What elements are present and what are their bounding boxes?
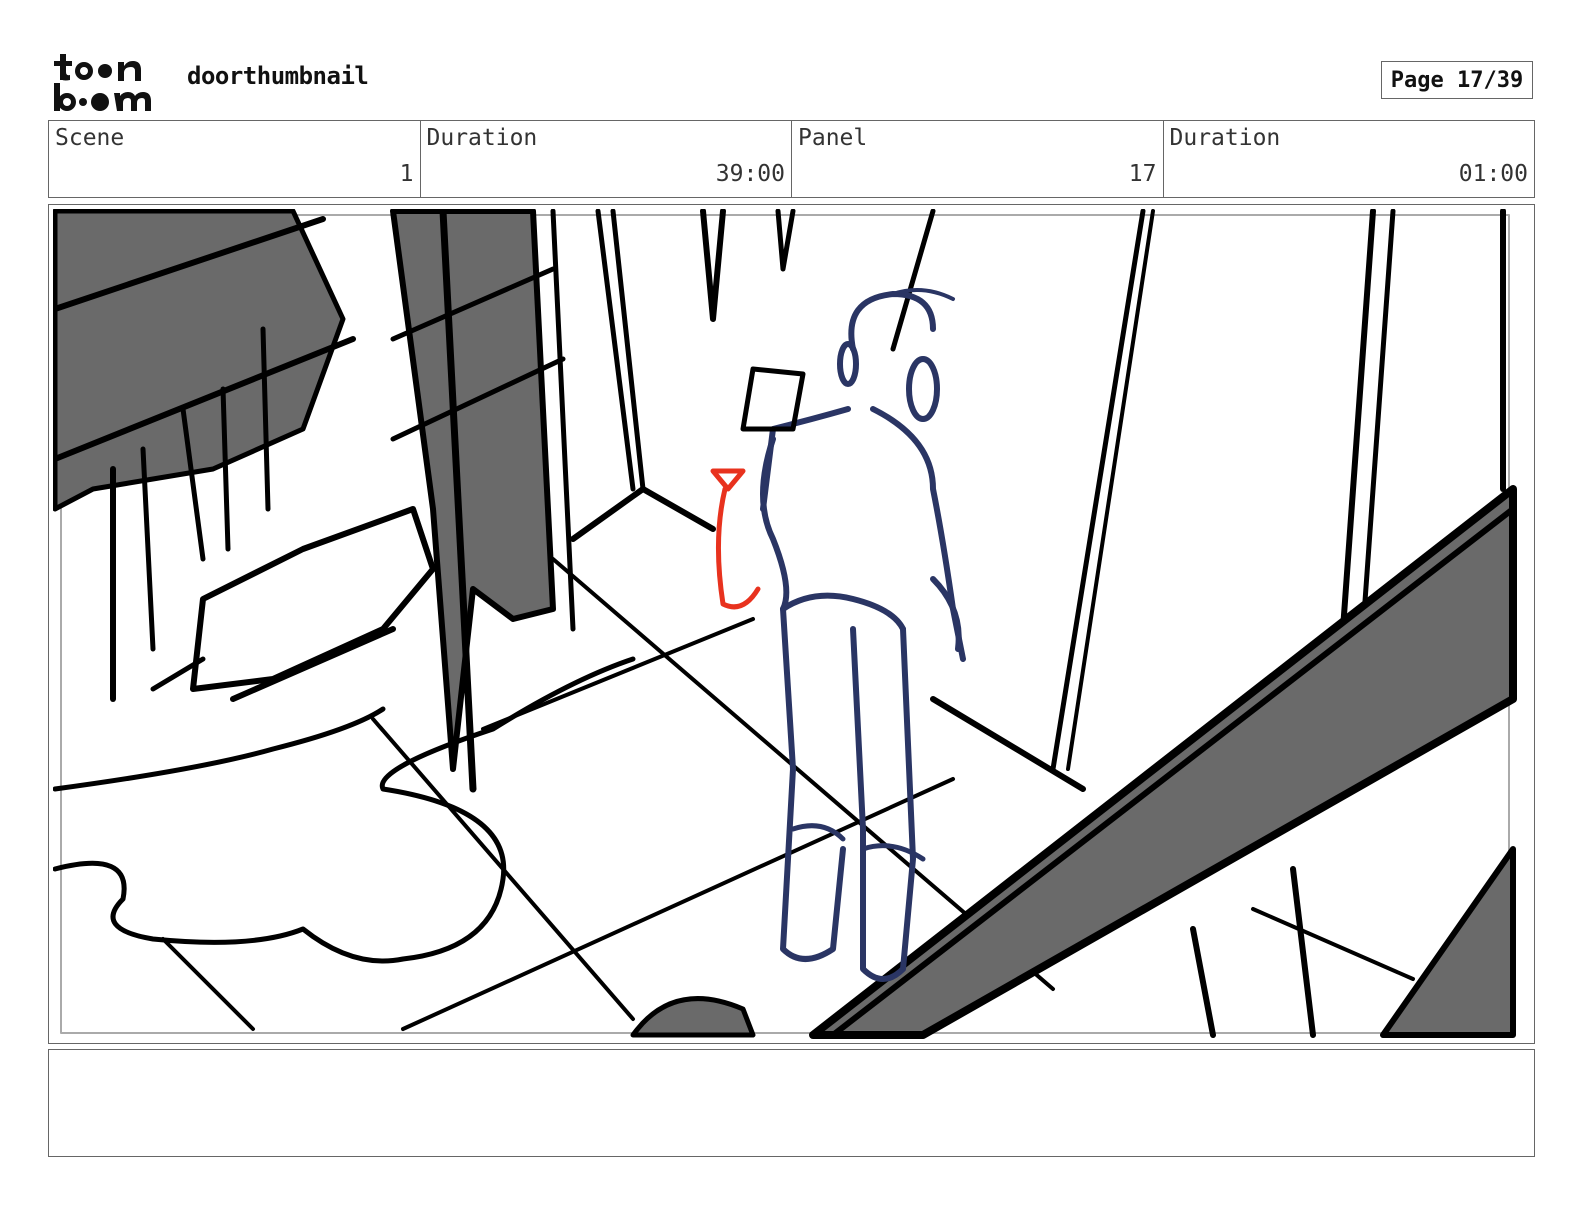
scene-value: 1 — [399, 161, 414, 187]
panel-duration-label: Duration — [1169, 125, 1281, 151]
scene-duration-value: 39:00 — [715, 161, 785, 187]
page-indicator: Page 17/39 — [1381, 61, 1533, 99]
panel-info-table: Scene 1 Duration 39:00 Panel 17 Duration… — [48, 120, 1535, 198]
panel-duration-cell: Duration 01:00 — [1164, 121, 1535, 197]
scene-duration-cell: Duration 39:00 — [421, 121, 792, 197]
toonboom-logo — [50, 50, 166, 114]
panel-duration-value: 01:00 — [1458, 161, 1528, 187]
panel-notes-box — [48, 1049, 1535, 1157]
document-title: doorthumbnail — [187, 62, 369, 90]
scene-cell: Scene 1 — [49, 121, 421, 197]
panel-value: 17 — [1128, 161, 1157, 187]
scene-label: Scene — [55, 125, 125, 151]
scene-duration-label: Duration — [426, 125, 538, 151]
panel-label: Panel — [798, 125, 868, 151]
storyboard-panel — [48, 204, 1535, 1044]
panel-sketch — [53, 209, 1517, 1039]
panel-cell: Panel 17 — [792, 121, 1164, 197]
